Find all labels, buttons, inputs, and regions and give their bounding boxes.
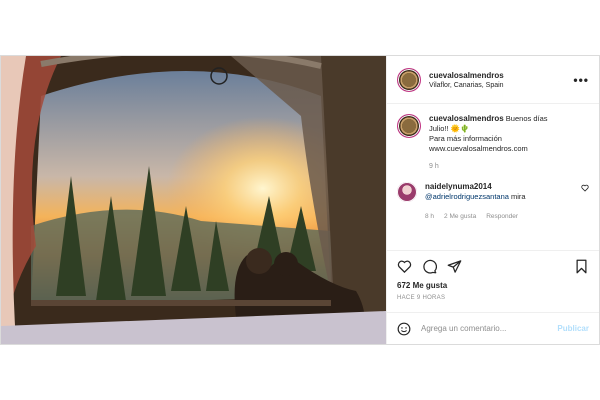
share-icon[interactable] <box>447 259 462 274</box>
more-icon[interactable]: ••• <box>573 73 589 87</box>
action-icons <box>397 259 589 274</box>
avatar[interactable] <box>397 67 421 92</box>
comment-mention[interactable]: @adrielrodriguezsantana <box>425 192 509 201</box>
comment-heart-icon[interactable] <box>581 184 589 192</box>
caption: cuevalosalmendros Buenos días Julio!! 🌞🌵… <box>397 114 589 172</box>
bookmark-icon[interactable] <box>574 259 589 274</box>
smiley-icon[interactable] <box>397 322 411 336</box>
post-time[interactable]: HACE 9 HORAS <box>397 295 589 301</box>
post-header: cuevalosalmendros Vilaflor, Canarias, Sp… <box>387 56 599 104</box>
post-side-panel: cuevalosalmendros Vilaflor, Canarias, Sp… <box>386 56 599 344</box>
comments-section: cuevalosalmendros Buenos días Julio!! 🌞🌵… <box>387 104 599 250</box>
instagram-post: cuevalosalmendros Vilaflor, Canarias, Sp… <box>0 55 600 345</box>
comment-body: mira <box>511 192 526 201</box>
post-header-meta: cuevalosalmendros Vilaflor, Canarias, Sp… <box>429 71 573 89</box>
like-count[interactable]: 672 Me gusta <box>397 281 589 290</box>
caption-avatar[interactable] <box>397 114 421 138</box>
comment-meta: 8 h 2 Me gusta Responder <box>425 212 526 222</box>
comment-text: naidelynuma2014 @adrielrodriguezsantana … <box>425 182 526 222</box>
comment-input[interactable] <box>421 324 558 333</box>
heart-icon[interactable] <box>397 259 412 274</box>
post-photo[interactable] <box>1 56 386 344</box>
comment-icon[interactable] <box>422 259 437 274</box>
caption-line1: Buenos días <box>505 114 548 123</box>
publish-button[interactable]: Publicar <box>557 324 589 333</box>
comment-time[interactable]: 8 h <box>425 212 434 222</box>
reply-button[interactable]: Responder <box>486 212 518 222</box>
caption-link[interactable]: www.cuevalosalmendros.com <box>429 144 528 153</box>
username[interactable]: cuevalosalmendros <box>429 71 573 80</box>
post-actions: 672 Me gusta HACE 9 HORAS <box>387 250 599 301</box>
comment: naidelynuma2014 @adrielrodriguezsantana … <box>397 182 589 222</box>
location[interactable]: Vilaflor, Canarias, Spain <box>429 82 573 89</box>
comment-avatar[interactable] <box>397 182 417 202</box>
caption-username[interactable]: cuevalosalmendros <box>429 114 504 123</box>
comment-likes[interactable]: 2 Me gusta <box>444 212 476 222</box>
caption-text: cuevalosalmendros Buenos días Julio!! 🌞🌵… <box>429 114 548 172</box>
caption-time[interactable]: 9 h <box>429 162 548 172</box>
caption-line2: Julio!! 🌞🌵 <box>429 124 470 133</box>
add-comment-bar: Publicar <box>387 312 599 344</box>
caption-line3: Para más información <box>429 134 502 143</box>
comment-username[interactable]: naidelynuma2014 <box>425 182 492 191</box>
photo-image <box>1 56 386 344</box>
